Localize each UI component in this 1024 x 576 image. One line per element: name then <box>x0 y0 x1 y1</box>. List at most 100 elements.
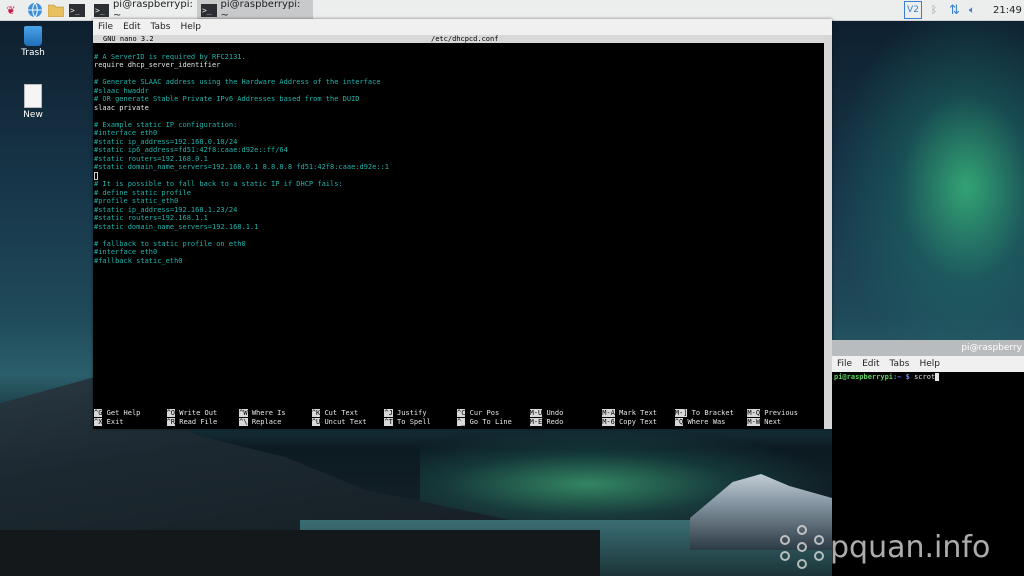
shortcut-label: Get Help <box>106 409 141 417</box>
watermark-logo-icon <box>780 525 824 569</box>
shortcut-copy-text[interactable]: M-6 Copy Text <box>602 418 657 427</box>
vnc-icon[interactable]: V2 <box>904 0 922 20</box>
file-line: #interface eth0 <box>94 129 158 137</box>
file-line: #static routers=192.168.0.1 <box>94 154 208 163</box>
nano-version: GNU nano 3.2 <box>103 35 154 43</box>
file-line <box>94 44 824 53</box>
terminal-window-nano: File Edit Tabs Help GNU nano 3.2 /etc/dh… <box>93 19 832 429</box>
shortcut-key: M-W <box>747 418 761 426</box>
file-line: #static routers=192.168.1.1 <box>94 214 208 222</box>
menu-edit[interactable]: Edit <box>862 359 879 369</box>
file-line: #fallback static_eth0 <box>94 256 183 265</box>
shortcut-mark-text[interactable]: M-A Mark Text <box>602 409 657 418</box>
raspberry-icon[interactable]: ❦ <box>3 2 19 18</box>
desktop-icon-label: New <box>23 110 43 120</box>
shortcut-key: M-] <box>674 409 688 417</box>
shortcut-label: Replace <box>251 418 282 426</box>
nano-editor[interactable]: GNU nano 3.2 /etc/dhcpcd.conf # A Server… <box>93 35 824 429</box>
menu-file[interactable]: File <box>98 22 113 32</box>
shortcut-label: Next <box>764 418 782 426</box>
window-title[interactable]: pi@raspberry <box>832 340 1024 356</box>
shortcut-row-1: ^G Get Help ^O Write Out ^W Where Is ^K Cut… <box>93 409 824 418</box>
globe-icon[interactable] <box>27 2 43 18</box>
shortcut-key: ^J <box>384 409 393 417</box>
clock[interactable]: 21:49 <box>993 0 1022 20</box>
bluetooth-icon[interactable]: ᛒ <box>931 0 937 20</box>
shortcut-key: ^C <box>457 409 466 417</box>
shortcut-uncut-text[interactable]: ^U Uncut Text <box>311 418 367 427</box>
wallpaper-aurora <box>832 0 1024 340</box>
shortcut-go-to-line[interactable]: ^_ Go To Line <box>457 418 512 427</box>
shortcut-label: Justify <box>397 409 427 417</box>
shortcut-justify[interactable]: ^J Justify <box>384 409 427 418</box>
shortcut-key: ^U <box>311 418 321 426</box>
file-line: #static ip_address=192.168.1.23/24 <box>94 205 238 214</box>
file-line: #static ip6_address=fd51:42f8:caae:d92e:… <box>94 146 288 154</box>
shortcut-label: Copy Text <box>619 418 657 426</box>
file-line: #static domain_name_servers=192.168.1.1 <box>94 222 259 231</box>
shortcut-key: ^X <box>94 418 103 426</box>
watermark-text: pquan.info <box>830 529 991 565</box>
shortcut-key: ^T <box>384 418 393 426</box>
shortcut-label: Redo <box>546 418 564 426</box>
watermark: pquan.info <box>780 522 1020 572</box>
shortcut-key: ^W <box>239 409 248 417</box>
desktop-icon-new[interactable]: New <box>9 84 57 120</box>
prompt-path: :~ $ <box>893 373 910 381</box>
menu-tabs[interactable]: Tabs <box>890 359 910 369</box>
shortcut-undo[interactable]: M-U Undo <box>529 409 563 418</box>
file-line <box>94 70 824 79</box>
scrollbar[interactable] <box>824 35 832 429</box>
shortcut-get-help[interactable]: ^G Get Help <box>94 409 140 418</box>
shortcut-where-is[interactable]: ^W Where Is <box>239 409 286 418</box>
prompt-user: pi@raspberrypi <box>834 373 894 381</box>
trash-icon <box>24 26 42 46</box>
shortcut-key: M-6 <box>602 418 615 426</box>
shortcut-key: ^O <box>166 409 176 417</box>
file-line: slaac private <box>94 103 149 112</box>
network-arrows-icon[interactable]: ⇅ <box>949 0 960 20</box>
shortcut-exit[interactable]: ^X Exit <box>94 418 124 427</box>
file-line: # Example static IP configuration: <box>94 120 238 129</box>
file-line: # OR generate Stable Private IPv6 Addres… <box>94 95 360 103</box>
desktop-icon-label: Trash <box>21 48 45 58</box>
file-line: # A ServerID is required by RFC2131. <box>94 52 246 61</box>
shortcut-cut-text[interactable]: ^K Cut Text <box>311 409 358 418</box>
shortcut-cur-pos[interactable]: ^C Cur Pos <box>457 409 499 418</box>
shortcut-key: ^K <box>311 409 321 417</box>
shortcut-previous[interactable]: M-Q Previous <box>747 409 798 418</box>
folder-icon[interactable] <box>48 2 64 18</box>
shortcut-next[interactable]: M-W Next <box>747 418 781 427</box>
file-line: #static ip_address=192.168.0.10/24 <box>94 137 238 146</box>
menu-edit[interactable]: Edit <box>123 22 140 32</box>
shortcut-where-was[interactable]: ^Q Where Was <box>674 418 726 427</box>
top-panel: ❦ >_ >_ pi@raspberrypi: ~ >_ pi@raspberr… <box>0 0 1024 21</box>
shortcut-to-bracket[interactable]: M-] To Bracket <box>674 409 734 418</box>
shortcut-label: Go To Line <box>469 418 512 426</box>
shortcut-to-spell[interactable]: ^T To Spell <box>384 418 431 427</box>
desktop-icon-trash[interactable]: Trash <box>9 26 57 58</box>
taskbar-item-terminal-1[interactable]: >_ pi@raspberrypi: ~ <box>90 0 202 21</box>
file-line: # define static profile <box>94 188 191 197</box>
wallpaper-ground <box>0 530 600 576</box>
shortcut-label: Read File <box>179 418 218 426</box>
nano-title-bar: GNU nano 3.2 /etc/dhcpcd.conf <box>93 35 824 43</box>
menu-tabs[interactable]: Tabs <box>151 22 171 32</box>
terminal-icon[interactable]: >_ <box>69 2 85 18</box>
menu-help[interactable]: Help <box>180 22 201 32</box>
terminal-icon: >_ <box>201 3 217 17</box>
menu-file[interactable]: File <box>837 359 852 369</box>
speaker-icon[interactable]: 🔈︎ <box>969 0 975 20</box>
menu-help[interactable]: Help <box>919 359 940 369</box>
taskbar-item-label: pi@raspberrypi: ~ <box>112 0 193 21</box>
taskbar-item-terminal-2[interactable]: >_ pi@raspberrypi: ~ <box>197 0 313 21</box>
shortcut-redo[interactable]: M-E Redo <box>529 418 564 427</box>
file-content[interactable]: # A ServerID is required by RFC2131. requ… <box>93 43 824 265</box>
shortcut-write-out[interactable]: ^O Write Out <box>166 409 217 418</box>
file-line: # fallback to static profile on eth0 <box>94 239 246 248</box>
shortcut-replace[interactable]: ^\ Replace <box>239 418 281 427</box>
shortcut-read-file[interactable]: ^R Read File <box>166 418 218 427</box>
shortcut-label: Where Was <box>687 418 726 426</box>
shortcut-key: M-E <box>529 418 543 426</box>
file-line <box>94 171 824 181</box>
